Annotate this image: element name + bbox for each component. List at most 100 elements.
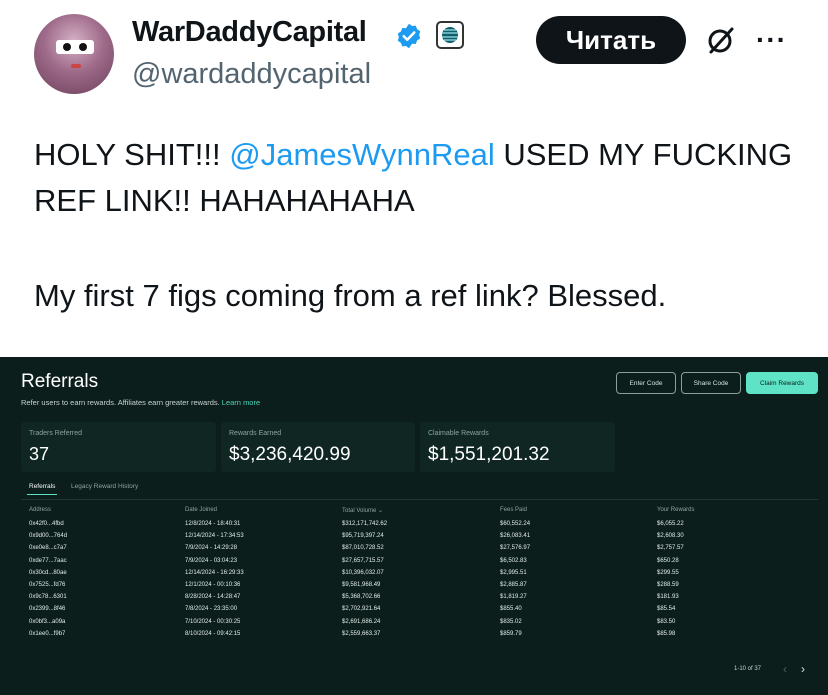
column-header-date-joined: Date Joined <box>185 507 218 513</box>
cell-date: 7/8/2024 - 23:35:00 <box>185 606 238 613</box>
avatar-eye <box>79 43 87 51</box>
stat-label: Traders Referred <box>29 430 83 437</box>
column-header-address: Address <box>29 507 52 513</box>
cell-fees: $835.02 <box>500 618 522 625</box>
table-row[interactable]: 0x30cd...80ae 12/14/2024 - 16:29:33 $10,… <box>0 570 828 582</box>
cell-address: 0x0bf3...a09a <box>29 618 66 625</box>
mention-link[interactable]: @JamesWynnReal <box>229 137 495 172</box>
rewards-earned-card: Rewards Earned $3,236,420.99 <box>221 422 415 472</box>
user-handle[interactable]: @wardaddycapital <box>132 58 371 91</box>
stat-label: Rewards Earned <box>229 430 282 437</box>
follow-button[interactable]: Читать <box>536 16 686 64</box>
learn-more-link[interactable]: Learn more <box>222 398 260 407</box>
cell-volume: $9,581,968.49 <box>342 581 381 588</box>
cell-date: 8/10/2024 - 09:42:15 <box>185 630 241 637</box>
grok-icon[interactable] <box>703 22 739 58</box>
pagination-label: 1-10 of 37 <box>734 666 762 672</box>
cell-fees: $2,885.87 <box>500 581 527 588</box>
cell-volume: $2,559,663.37 <box>342 630 381 637</box>
enter-code-button[interactable]: Enter Code <box>616 372 676 394</box>
cell-rewards: $85.98 <box>657 630 676 637</box>
cell-volume: $5,368,702.66 <box>342 594 381 601</box>
avatar-mask-shape <box>56 40 94 54</box>
cell-rewards: $2,757.57 <box>657 545 684 552</box>
cell-volume: $27,657,715.57 <box>342 557 384 564</box>
cell-fees: $26,083.41 <box>500 533 531 540</box>
cell-address: 0x7525...fd76 <box>29 581 66 588</box>
avatar-mouth <box>71 64 81 68</box>
table-body: 0x42f0...4fbd 12/8/2024 - 18:40:31 $312,… <box>0 521 828 643</box>
cell-address: 0xe0e8...c7a7 <box>29 545 67 552</box>
claimable-rewards-card: Claimable Rewards $1,551,201.32 <box>420 422 615 472</box>
cell-fees: $1,819.27 <box>500 594 527 601</box>
traders-referred-card: Traders Referred 37 <box>21 422 216 472</box>
more-options-icon[interactable]: ··· <box>756 24 787 56</box>
dashboard-subtitle: Refer users to earn rewards. Affiliates … <box>21 398 260 407</box>
display-name[interactable]: WarDaddyCapital <box>132 16 367 49</box>
chevron-right-icon[interactable]: › <box>801 662 805 676</box>
cell-volume: $2,702,921.64 <box>342 606 381 613</box>
tweet-text-line2: My first 7 figs coming from a ref link? … <box>34 278 667 313</box>
affiliate-badge-icon[interactable] <box>436 21 464 49</box>
cell-address: 0x9d00...764d <box>29 533 68 540</box>
share-code-button[interactable]: Share Code <box>681 372 741 394</box>
claim-rewards-button[interactable]: Claim Rewards <box>746 372 818 394</box>
dashboard-subtitle-text: Refer users to earn rewards. Affiliates … <box>21 398 222 407</box>
cell-address: 0xde77...7aac <box>29 557 67 564</box>
cell-fees: $859.79 <box>500 630 522 637</box>
cell-date: 7/9/2024 - 14:29:28 <box>185 545 238 552</box>
cell-fees: $855.40 <box>500 606 522 613</box>
table-row[interactable]: 0x0bf3...a09a 7/10/2024 - 00:30:25 $2,69… <box>0 619 828 631</box>
cell-rewards: $650.28 <box>657 557 679 564</box>
attached-image[interactable]: Referrals Refer users to earn rewards. A… <box>0 357 828 695</box>
cell-fees: $60,552.24 <box>500 521 531 527</box>
cell-date: 7/10/2024 - 00:30:25 <box>185 618 241 625</box>
verified-badge-icon[interactable] <box>395 22 423 50</box>
cell-date: 8/28/2024 - 14:28:47 <box>185 594 241 601</box>
table-row[interactable]: 0x7525...fd76 12/1/2024 - 00:10:36 $9,58… <box>0 582 828 594</box>
cell-rewards: $6,055.22 <box>657 521 684 527</box>
avatar-eye <box>63 43 71 51</box>
table-row[interactable]: 0xde77...7aac 7/9/2024 - 03:04:23 $27,65… <box>0 558 828 570</box>
table-row[interactable]: 0x1ee0...f9b7 8/10/2024 - 09:42:15 $2,55… <box>0 631 828 643</box>
column-header-your-rewards: Your Rewards <box>657 507 695 513</box>
cell-fees: $6,502.83 <box>500 557 527 564</box>
column-header-fees-paid: Fees Paid <box>500 507 528 513</box>
avatar[interactable] <box>34 14 114 94</box>
table-row[interactable]: 0x9c78...6301 8/28/2024 - 14:28:47 $5,36… <box>0 594 828 606</box>
tab-legacy-reward-history[interactable]: Legacy Reward History <box>71 483 138 490</box>
stat-label: Claimable Rewards <box>428 430 489 437</box>
stat-value: $1,551,201.32 <box>428 444 550 465</box>
tab-divider <box>21 499 818 500</box>
tweet-text: HOLY SHIT!!! @JamesWynnReal USED MY FUCK… <box>34 132 814 224</box>
tweet-text-prefix: HOLY SHIT!!! <box>34 137 230 172</box>
cell-volume: $87,010,728.52 <box>342 545 384 552</box>
cell-address: 0x1ee0...f9b7 <box>29 630 66 637</box>
cell-volume: $10,396,032.07 <box>342 569 384 576</box>
table-row[interactable]: 0x42f0...4fbd 12/8/2024 - 18:40:31 $312,… <box>0 521 828 533</box>
table-row[interactable]: 0x2399...8f46 7/8/2024 - 23:35:00 $2,702… <box>0 606 828 618</box>
cell-address: 0x2399...8f46 <box>29 606 66 613</box>
dashboard-title: Referrals <box>21 371 99 392</box>
cell-date: 12/14/2024 - 17:34:53 <box>185 533 244 540</box>
cell-fees: $2,995.51 <box>500 569 527 576</box>
column-header-total-volume[interactable]: Total Volume ⌄ <box>342 507 383 514</box>
tab-referrals[interactable]: Referrals <box>26 483 58 495</box>
cell-address: 0x9c78...6301 <box>29 594 67 601</box>
table-row[interactable]: 0x9d00...764d 12/14/2024 - 17:34:53 $95,… <box>0 533 828 545</box>
cell-rewards: $2,608.30 <box>657 533 684 540</box>
cell-date: 12/1/2024 - 00:10:36 <box>185 581 241 588</box>
cell-address: 0x42f0...4fbd <box>29 521 64 527</box>
stat-value: $3,236,420.99 <box>229 444 351 465</box>
cell-rewards: $181.93 <box>657 594 679 601</box>
cell-rewards: $288.59 <box>657 581 679 588</box>
cell-rewards: $299.55 <box>657 569 679 576</box>
cell-volume: $95,719,397.24 <box>342 533 384 540</box>
cell-address: 0x30cd...80ae <box>29 569 67 576</box>
cell-date: 12/8/2024 - 18:40:31 <box>185 521 241 527</box>
cell-date: 7/9/2024 - 03:04:23 <box>185 557 238 564</box>
chevron-left-icon[interactable]: ‹ <box>783 662 787 676</box>
cell-rewards: $85.54 <box>657 606 676 613</box>
table-row[interactable]: 0xe0e8...c7a7 7/9/2024 - 14:29:28 $87,01… <box>0 545 828 557</box>
globe-icon <box>442 27 458 43</box>
